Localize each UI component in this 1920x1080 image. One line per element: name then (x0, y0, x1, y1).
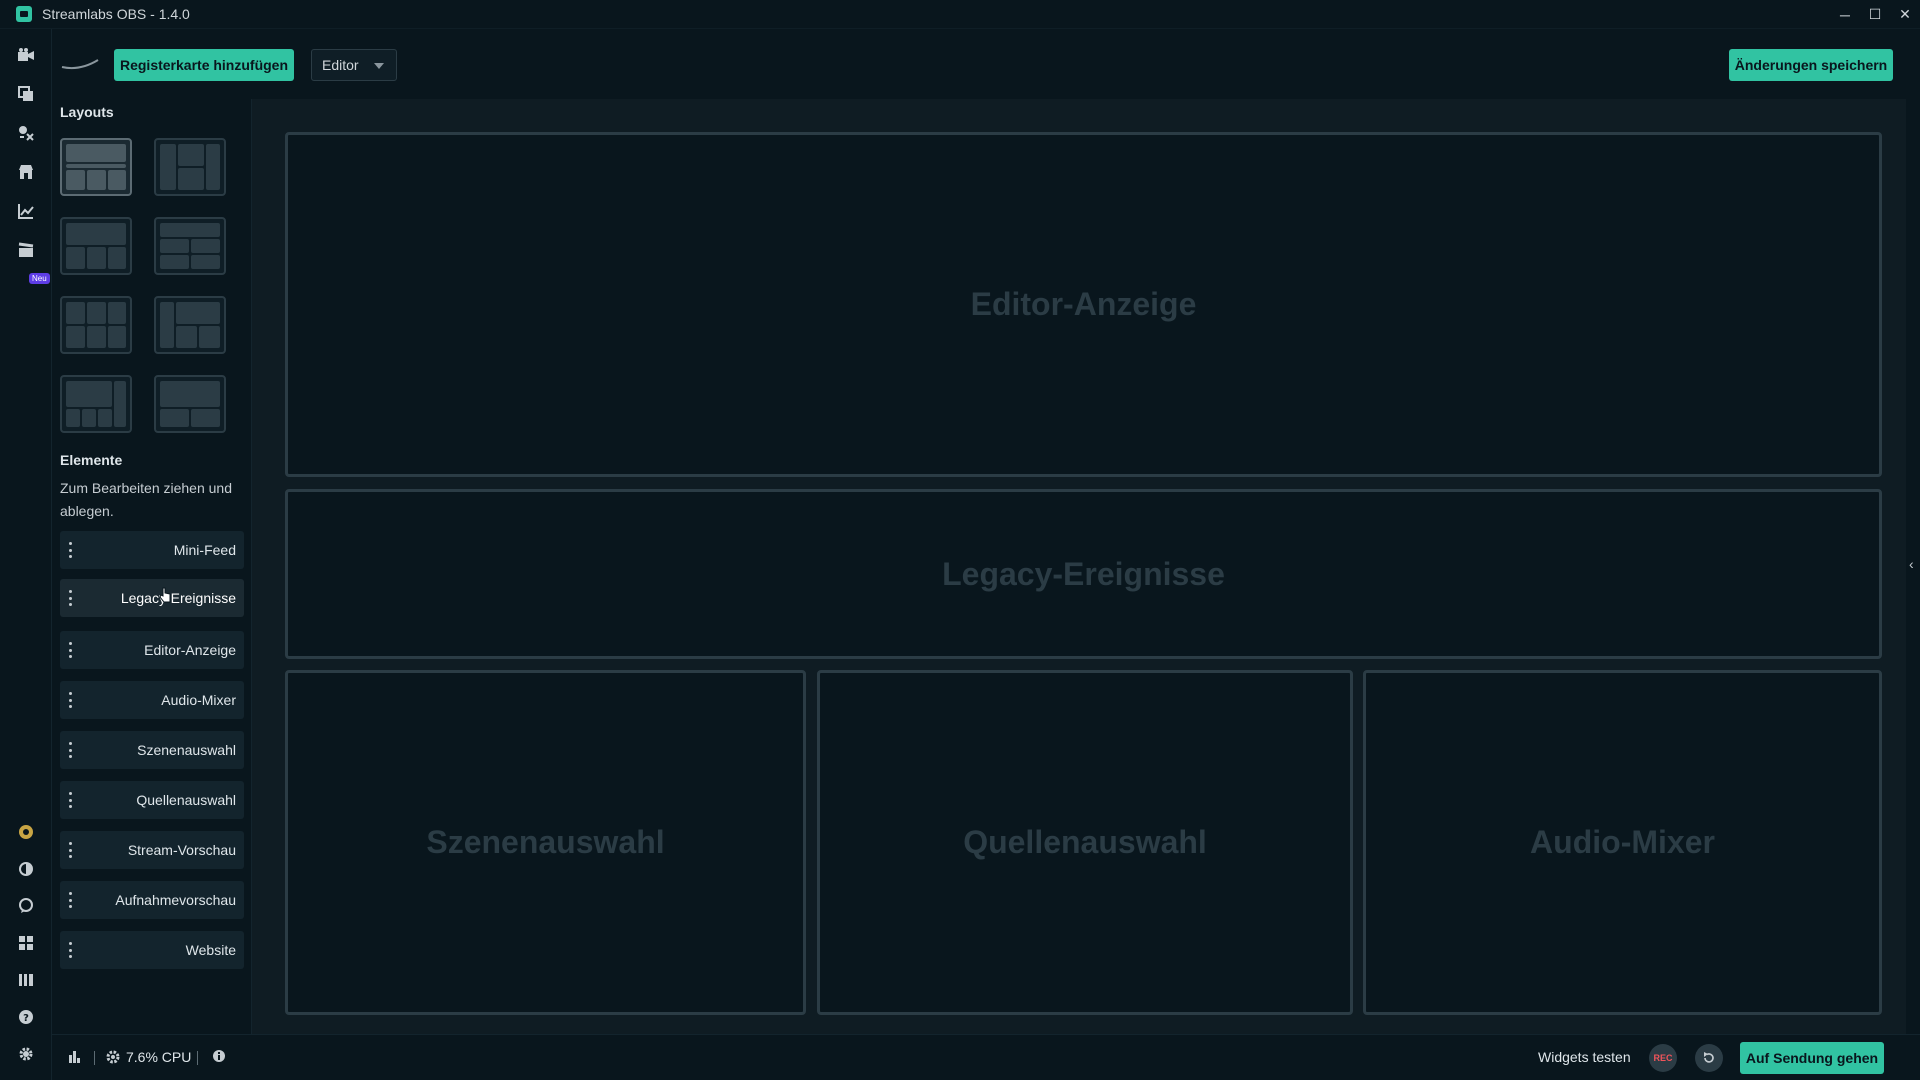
slot-audio-mixer[interactable]: Audio-Mixer (1363, 670, 1882, 1015)
element-label: Quellenauswahl (136, 792, 236, 808)
dark-mode-icon[interactable] (16, 859, 36, 879)
add-tab-button[interactable]: Registerkarte hinzufügen (114, 49, 294, 81)
element-item-source-selector[interactable]: Quellenauswahl (60, 781, 244, 819)
element-label: Stream-Vorschau (127, 842, 236, 858)
slot-label: Quellenauswahl (963, 824, 1207, 860)
element-item-recording-preview[interactable]: Aufnahmevorschau (60, 881, 244, 919)
cpu-label: 7.6% CPU (126, 1049, 192, 1065)
element-item-stream-preview[interactable]: Stream-Vorschau (60, 831, 244, 869)
studio-mode-icon[interactable] (16, 240, 36, 260)
save-changes-button[interactable]: Änderungen speichern (1729, 49, 1893, 81)
drag-handle-icon[interactable] (68, 642, 72, 658)
cursor-hand-icon (159, 587, 171, 603)
element-item-editor-display[interactable]: Editor-Anzeige (60, 631, 244, 669)
library-icon[interactable] (16, 970, 36, 990)
drag-handle-icon[interactable] (68, 742, 72, 758)
layout-option-6[interactable] (154, 296, 226, 354)
editor-icon[interactable] (16, 45, 36, 65)
minimize-button[interactable]: ─ (1830, 0, 1860, 29)
slot-scene-selector[interactable]: Szenenauswahl (285, 670, 806, 1015)
status-footer: 7.6% CPU Widgets testen REC Auf Sendung … (52, 1034, 1920, 1080)
chat-icon[interactable] (16, 896, 36, 916)
element-label: Aufnahmevorschau (115, 892, 236, 908)
store-icon[interactable] (16, 162, 36, 182)
editor-select-value: Editor (322, 57, 359, 73)
prime-icon[interactable] (16, 822, 36, 842)
element-item-scene-selector[interactable]: Szenenauswahl (60, 731, 244, 769)
element-item-audio-mixer[interactable]: Audio-Mixer (60, 681, 244, 719)
elements-heading: Elemente (60, 452, 123, 468)
layout-editor-canvas: Editor-Anzeige Legacy-Ereignisse Szenena… (252, 99, 1907, 1034)
drag-handle-icon[interactable] (68, 842, 72, 858)
element-item-website[interactable]: Website (60, 931, 244, 969)
top-toolbar: Registerkarte hinzufügen Editor Änderung… (52, 29, 1920, 99)
apps-icon[interactable] (16, 123, 36, 143)
element-label: Mini-Feed (173, 542, 236, 558)
record-button[interactable]: REC (1649, 1044, 1677, 1072)
slot-label: Editor-Anzeige (970, 286, 1197, 322)
layout-option-2[interactable] (154, 138, 226, 196)
new-badge: Neu (29, 273, 50, 284)
close-button[interactable]: ✕ (1890, 0, 1920, 29)
element-label: Szenenauswahl (137, 742, 236, 758)
layout-option-8[interactable] (154, 375, 226, 433)
slot-label: Legacy-Ereignisse (942, 555, 1225, 592)
slot-label: Audio-Mixer (1530, 824, 1715, 860)
maximize-button[interactable]: ☐ (1860, 0, 1890, 29)
brand-swoosh-icon (60, 57, 99, 71)
editor-select[interactable]: Editor (311, 49, 397, 81)
element-label: Website (185, 942, 236, 958)
layout-option-3[interactable] (60, 217, 132, 275)
title-bar: Streamlabs OBS - 1.4.0 ─ ☐ ✕ (0, 0, 1920, 29)
element-label: Legacy-Ereignisse (120, 590, 236, 606)
slot-legacy-events[interactable]: Legacy-Ereignisse (285, 489, 1882, 659)
cpu-usage: 7.6% CPU (106, 1049, 191, 1065)
slot-label: Szenenauswahl (426, 824, 665, 860)
layout-option-5[interactable] (60, 296, 132, 354)
performance-stats-icon[interactable] (68, 1049, 82, 1063)
gear-icon (106, 1050, 120, 1064)
svg-text:?: ? (23, 1013, 29, 1024)
slot-source-selector[interactable]: Quellenauswahl (817, 670, 1353, 1015)
app-logo-icon (16, 6, 32, 22)
themes-icon[interactable] (16, 84, 36, 104)
drag-handle-icon[interactable] (68, 692, 72, 708)
drag-handle-icon[interactable] (68, 792, 72, 808)
element-item-mini-feed[interactable]: Mini-Feed (60, 531, 244, 569)
layout-option-1[interactable] (60, 138, 132, 196)
test-widgets-button[interactable]: Widgets testen (1538, 1049, 1631, 1065)
element-label: Editor-Anzeige (144, 642, 236, 658)
chevron-left-icon: ‹ (1909, 556, 1914, 572)
dashboard-icon[interactable] (16, 201, 36, 221)
go-live-button[interactable]: Auf Sendung gehen (1740, 1042, 1884, 1074)
drag-handle-icon[interactable] (68, 542, 72, 558)
drag-handle-icon[interactable] (68, 942, 72, 958)
nav-icon-bar: Neu ? (0, 29, 52, 1080)
help-icon[interactable]: ? (16, 1007, 36, 1027)
drag-handle-icon[interactable] (68, 590, 72, 606)
layout-option-7[interactable] (60, 375, 132, 433)
element-label: Audio-Mixer (161, 692, 236, 708)
drag-handle-icon[interactable] (68, 892, 72, 908)
layout-icon[interactable] (16, 933, 36, 953)
replay-buffer-icon[interactable] (1695, 1044, 1723, 1072)
layout-option-4[interactable] (154, 217, 226, 275)
layout-sidebar: Layouts Elemente Zum Bearbeiten ziehen u… (52, 99, 252, 1034)
layouts-heading: Layouts (60, 104, 114, 120)
right-panel-toggle[interactable]: ‹ (1906, 99, 1920, 1034)
settings-icon[interactable] (16, 1044, 36, 1064)
chevron-down-icon (374, 63, 384, 69)
slot-editor-display[interactable]: Editor-Anzeige (285, 132, 1882, 477)
element-item-legacy-events[interactable]: Legacy-Ereignisse (60, 579, 244, 617)
window-title: Streamlabs OBS - 1.4.0 (42, 6, 190, 22)
info-icon[interactable] (212, 1049, 226, 1063)
elements-hint: Zum Bearbeiten ziehen und ablegen. (60, 480, 232, 519)
